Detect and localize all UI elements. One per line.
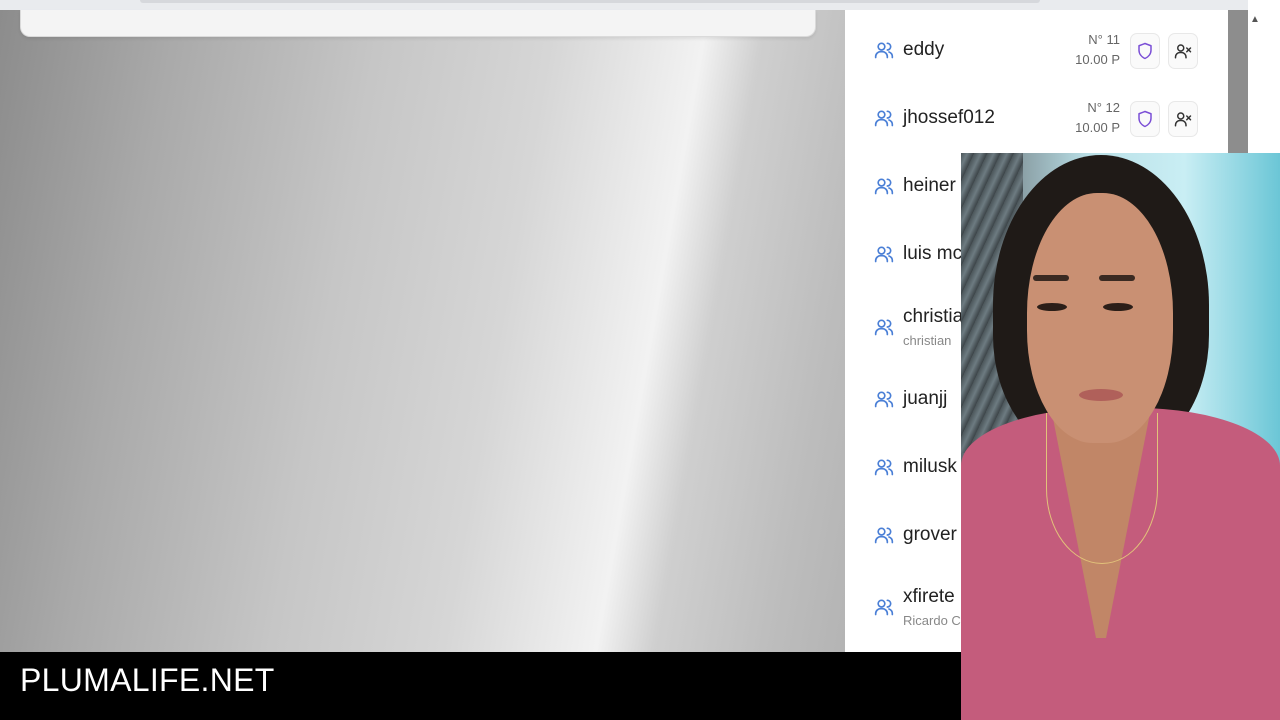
shield-button[interactable] [1130, 33, 1160, 69]
shield-button[interactable] [1130, 101, 1160, 137]
webcam-person-face [1027, 193, 1173, 443]
webcam-person-brow-left [1033, 275, 1069, 281]
shield-icon [1138, 42, 1152, 60]
browser-top-strip [0, 0, 1248, 10]
top-card [20, 10, 816, 37]
remove-user-icon [1174, 44, 1192, 59]
webcam-person-brow-right [1099, 275, 1135, 281]
users-icon [874, 244, 894, 264]
brand-watermark: PLUMALIFE.NET [20, 662, 275, 698]
user-number: N° 12 [1087, 100, 1120, 115]
user-number: N° 11 [1088, 32, 1120, 47]
main-content-area [0, 10, 845, 652]
remove-user-button[interactable] [1168, 101, 1198, 137]
webcam-person-eye-left [1037, 303, 1067, 311]
user-row-jhossef012[interactable]: jhossef012 N° 12 10.00 P [845, 84, 1228, 152]
user-name: jhossef012 [903, 107, 995, 128]
webcam-person-lips [1079, 389, 1123, 401]
user-subtitle: Ricardo C [903, 613, 961, 628]
user-row-eddy[interactable]: eddy N° 11 10.00 P [845, 16, 1228, 84]
users-icon [874, 176, 894, 196]
user-name: xfirete [903, 586, 955, 607]
remove-user-button[interactable] [1168, 33, 1198, 69]
remove-user-icon [1174, 112, 1192, 127]
webcam-person-necklace [1046, 413, 1158, 564]
address-bar[interactable] [140, 0, 1040, 3]
user-name: eddy [903, 39, 945, 60]
user-name: milusk [903, 456, 957, 477]
users-icon [874, 525, 894, 545]
users-icon [874, 597, 894, 617]
user-amount: 10.00 P [1075, 52, 1120, 67]
webcam-person-eye-right [1103, 303, 1133, 311]
user-amount: 10.00 P [1075, 120, 1120, 135]
user-name: juanjj [903, 388, 948, 409]
users-icon [874, 317, 894, 337]
user-name: christia [903, 306, 964, 327]
user-name: heiner [903, 175, 956, 196]
users-icon [874, 389, 894, 409]
users-icon [874, 457, 894, 477]
users-icon [874, 40, 894, 60]
users-icon [874, 108, 894, 128]
user-name: luis mc [903, 243, 963, 264]
user-subtitle: christian [903, 333, 952, 348]
shield-icon [1138, 110, 1152, 128]
user-name: grover [903, 524, 957, 545]
scroll-up-arrow-icon[interactable]: ▲ [1248, 10, 1262, 30]
webcam-overlay [961, 153, 1280, 720]
